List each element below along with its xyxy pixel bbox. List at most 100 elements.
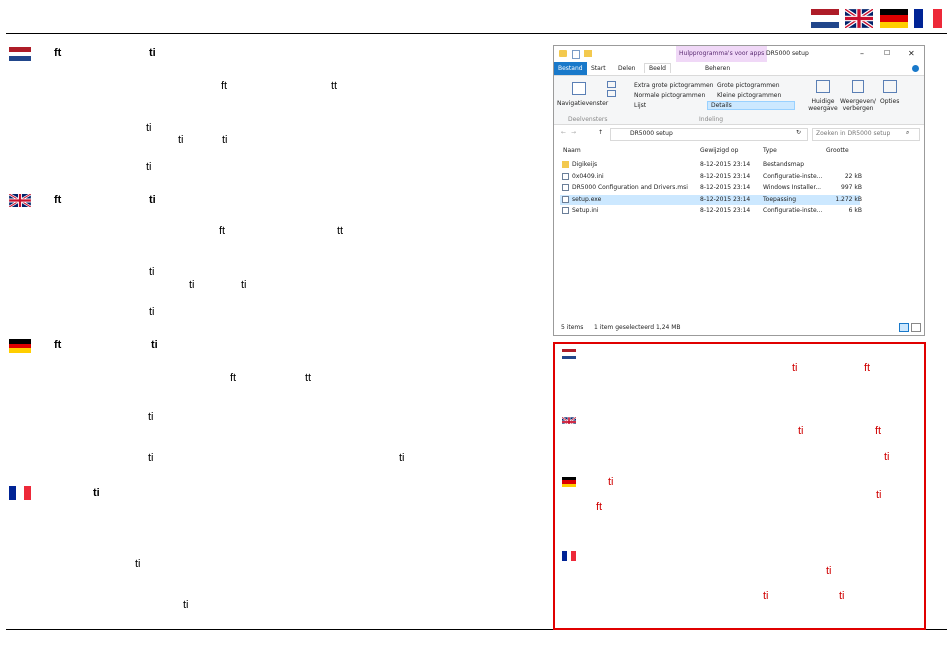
maximize-button[interactable]: ☐ xyxy=(884,49,890,57)
options-button[interactable]: Opties xyxy=(880,98,899,105)
status-bar: 5 items 1 item geselecteerd 1,24 MB xyxy=(554,322,924,333)
options-icon[interactable] xyxy=(883,80,897,93)
box-de-text: ft xyxy=(596,501,603,513)
flag-fr xyxy=(9,486,31,500)
box-fr-text: ti xyxy=(839,590,845,602)
close-button[interactable]: ✕ xyxy=(908,49,915,58)
nl-text: ti xyxy=(146,161,152,173)
back-arrow-icon[interactable]: ← xyxy=(561,129,566,136)
layout-group-label: Indeling xyxy=(699,116,724,123)
de-heading-2: ti xyxy=(151,339,158,351)
box-en-text: ti xyxy=(884,451,890,463)
navigation-pane-button[interactable]: Navigatievenster xyxy=(557,100,608,107)
file-icon xyxy=(562,195,569,203)
file-size: 22 kB xyxy=(844,172,862,180)
current-view-icon[interactable] xyxy=(816,80,830,93)
en-text: ti xyxy=(149,266,155,278)
tab-beeld[interactable]: Beeld xyxy=(644,63,671,73)
layout-normal[interactable]: Normale pictogrammen xyxy=(634,92,705,99)
file-date: 8-12-2015 23:14 xyxy=(700,207,751,215)
ribbon-body: Navigatievenster Deelvensters Extra grot… xyxy=(554,76,924,125)
flag-de xyxy=(9,339,31,353)
file-row[interactable]: DR5000 Configuration and Drivers.msi 8-12… xyxy=(560,183,862,193)
en-text: ti xyxy=(189,279,195,291)
nl-heading-2: ti xyxy=(149,47,156,59)
address-path: DR5000 setup xyxy=(630,130,673,137)
en-text: ft xyxy=(219,225,226,237)
large-icons-view-icon[interactable] xyxy=(911,323,921,332)
flag-de-box xyxy=(562,477,576,487)
file-name: Digikeijs xyxy=(572,161,598,168)
file-size: 997 kB xyxy=(841,184,862,192)
box-fr-text: ti xyxy=(763,590,769,602)
flag-nl-top xyxy=(811,9,839,28)
tab-bestand[interactable]: Bestand xyxy=(554,62,587,75)
folder-icon xyxy=(559,50,567,57)
flag-uk-box xyxy=(562,414,576,424)
flag-fr-top xyxy=(914,9,942,28)
box-en-text: ti xyxy=(798,425,804,437)
file-name: setup.exe xyxy=(572,195,602,203)
show-hide-icon[interactable] xyxy=(852,80,864,93)
file-type: Windows Installer... xyxy=(763,184,822,192)
file-date: 8-12-2015 23:14 xyxy=(700,172,751,180)
minimize-button[interactable]: – xyxy=(860,49,864,58)
tab-beheren[interactable]: Beheren xyxy=(705,65,730,72)
properties-icon xyxy=(572,50,580,59)
up-arrow-icon[interactable]: ↑ xyxy=(598,129,603,136)
file-name: 0x0409.ini xyxy=(572,172,604,180)
details-view-icon[interactable] xyxy=(899,323,909,332)
search-icon[interactable]: ⌕ xyxy=(906,129,909,137)
fr-text: ti xyxy=(135,558,141,570)
file-row[interactable]: 0x0409.ini 8-12-2015 23:14 Configuratie-in… xyxy=(560,172,862,182)
forward-arrow-icon[interactable]: → xyxy=(571,129,576,136)
layout-large[interactable]: Grote pictogrammen xyxy=(717,82,780,89)
navigation-pane-icon[interactable] xyxy=(572,82,586,95)
details-pane-icon[interactable] xyxy=(607,90,616,97)
nl-text: tt xyxy=(331,80,338,92)
layout-details[interactable]: Details xyxy=(707,101,795,110)
layout-small[interactable]: Kleine pictogrammen xyxy=(717,92,781,99)
file-type: Toepassing xyxy=(763,195,797,203)
flag-uk xyxy=(9,194,31,207)
tab-start[interactable]: Start xyxy=(591,65,606,72)
en-text: ti xyxy=(241,279,247,291)
de-text: tt xyxy=(305,372,312,384)
layout-list[interactable]: Lijst xyxy=(634,102,646,109)
file-list: Digikeijs 8-12-2015 23:14 Bestandsmap 0x040… xyxy=(554,160,924,220)
file-icon xyxy=(562,172,569,180)
column-size[interactable]: Grootte xyxy=(826,147,849,154)
fr-heading: ti xyxy=(93,487,100,499)
file-name: DR5000 Configuration and Drivers.msi xyxy=(572,184,688,192)
nl-text: ft xyxy=(221,80,228,92)
help-icon[interactable] xyxy=(912,65,919,72)
en-heading-2: ti xyxy=(149,194,156,206)
column-type[interactable]: Type xyxy=(763,147,777,154)
file-date: 8-12-2015 23:14 xyxy=(700,161,751,168)
file-type: Configuratie-inste... xyxy=(763,207,823,215)
nl-text: ti xyxy=(222,134,228,146)
box-fr-text: ti xyxy=(826,565,832,577)
flag-uk-top xyxy=(845,9,873,28)
box-de-text: ti xyxy=(876,489,882,501)
column-headers: Naam Gewijzigd op Type Grootte xyxy=(554,146,924,156)
tab-delen[interactable]: Delen xyxy=(618,65,635,72)
explorer-window: Hulpprogramma's voor apps DR5000 setup –… xyxy=(553,45,925,336)
column-name[interactable]: Naam xyxy=(563,147,581,154)
de-text: ti xyxy=(148,411,154,423)
flag-nl xyxy=(9,47,31,61)
window-title: DR5000 setup xyxy=(766,50,809,57)
preview-pane-icon[interactable] xyxy=(607,81,616,88)
file-date: 8-12-2015 23:14 xyxy=(700,195,751,203)
context-tab[interactable]: Hulpprogramma's voor apps xyxy=(676,46,768,62)
layout-extra-large[interactable]: Extra grote pictogrammen xyxy=(634,82,713,89)
column-date[interactable]: Gewijzigd op xyxy=(700,147,738,154)
show-hide-button[interactable]: Weergeven/ verbergen xyxy=(840,98,876,112)
file-row[interactable]: Setup.ini 8-12-2015 23:14 Configuratie-ins… xyxy=(560,206,862,216)
refresh-icon[interactable]: ↻ xyxy=(796,129,801,136)
nl-text: ti xyxy=(178,134,184,146)
en-text: tt xyxy=(337,225,344,237)
file-row[interactable]: setup.exe 8-12-2015 23:14 Toepassing 1.272 … xyxy=(560,194,862,205)
current-view-button[interactable]: Huidige weergave xyxy=(806,98,840,112)
file-row[interactable]: Digikeijs 8-12-2015 23:14 Bestandsmap xyxy=(560,160,860,170)
